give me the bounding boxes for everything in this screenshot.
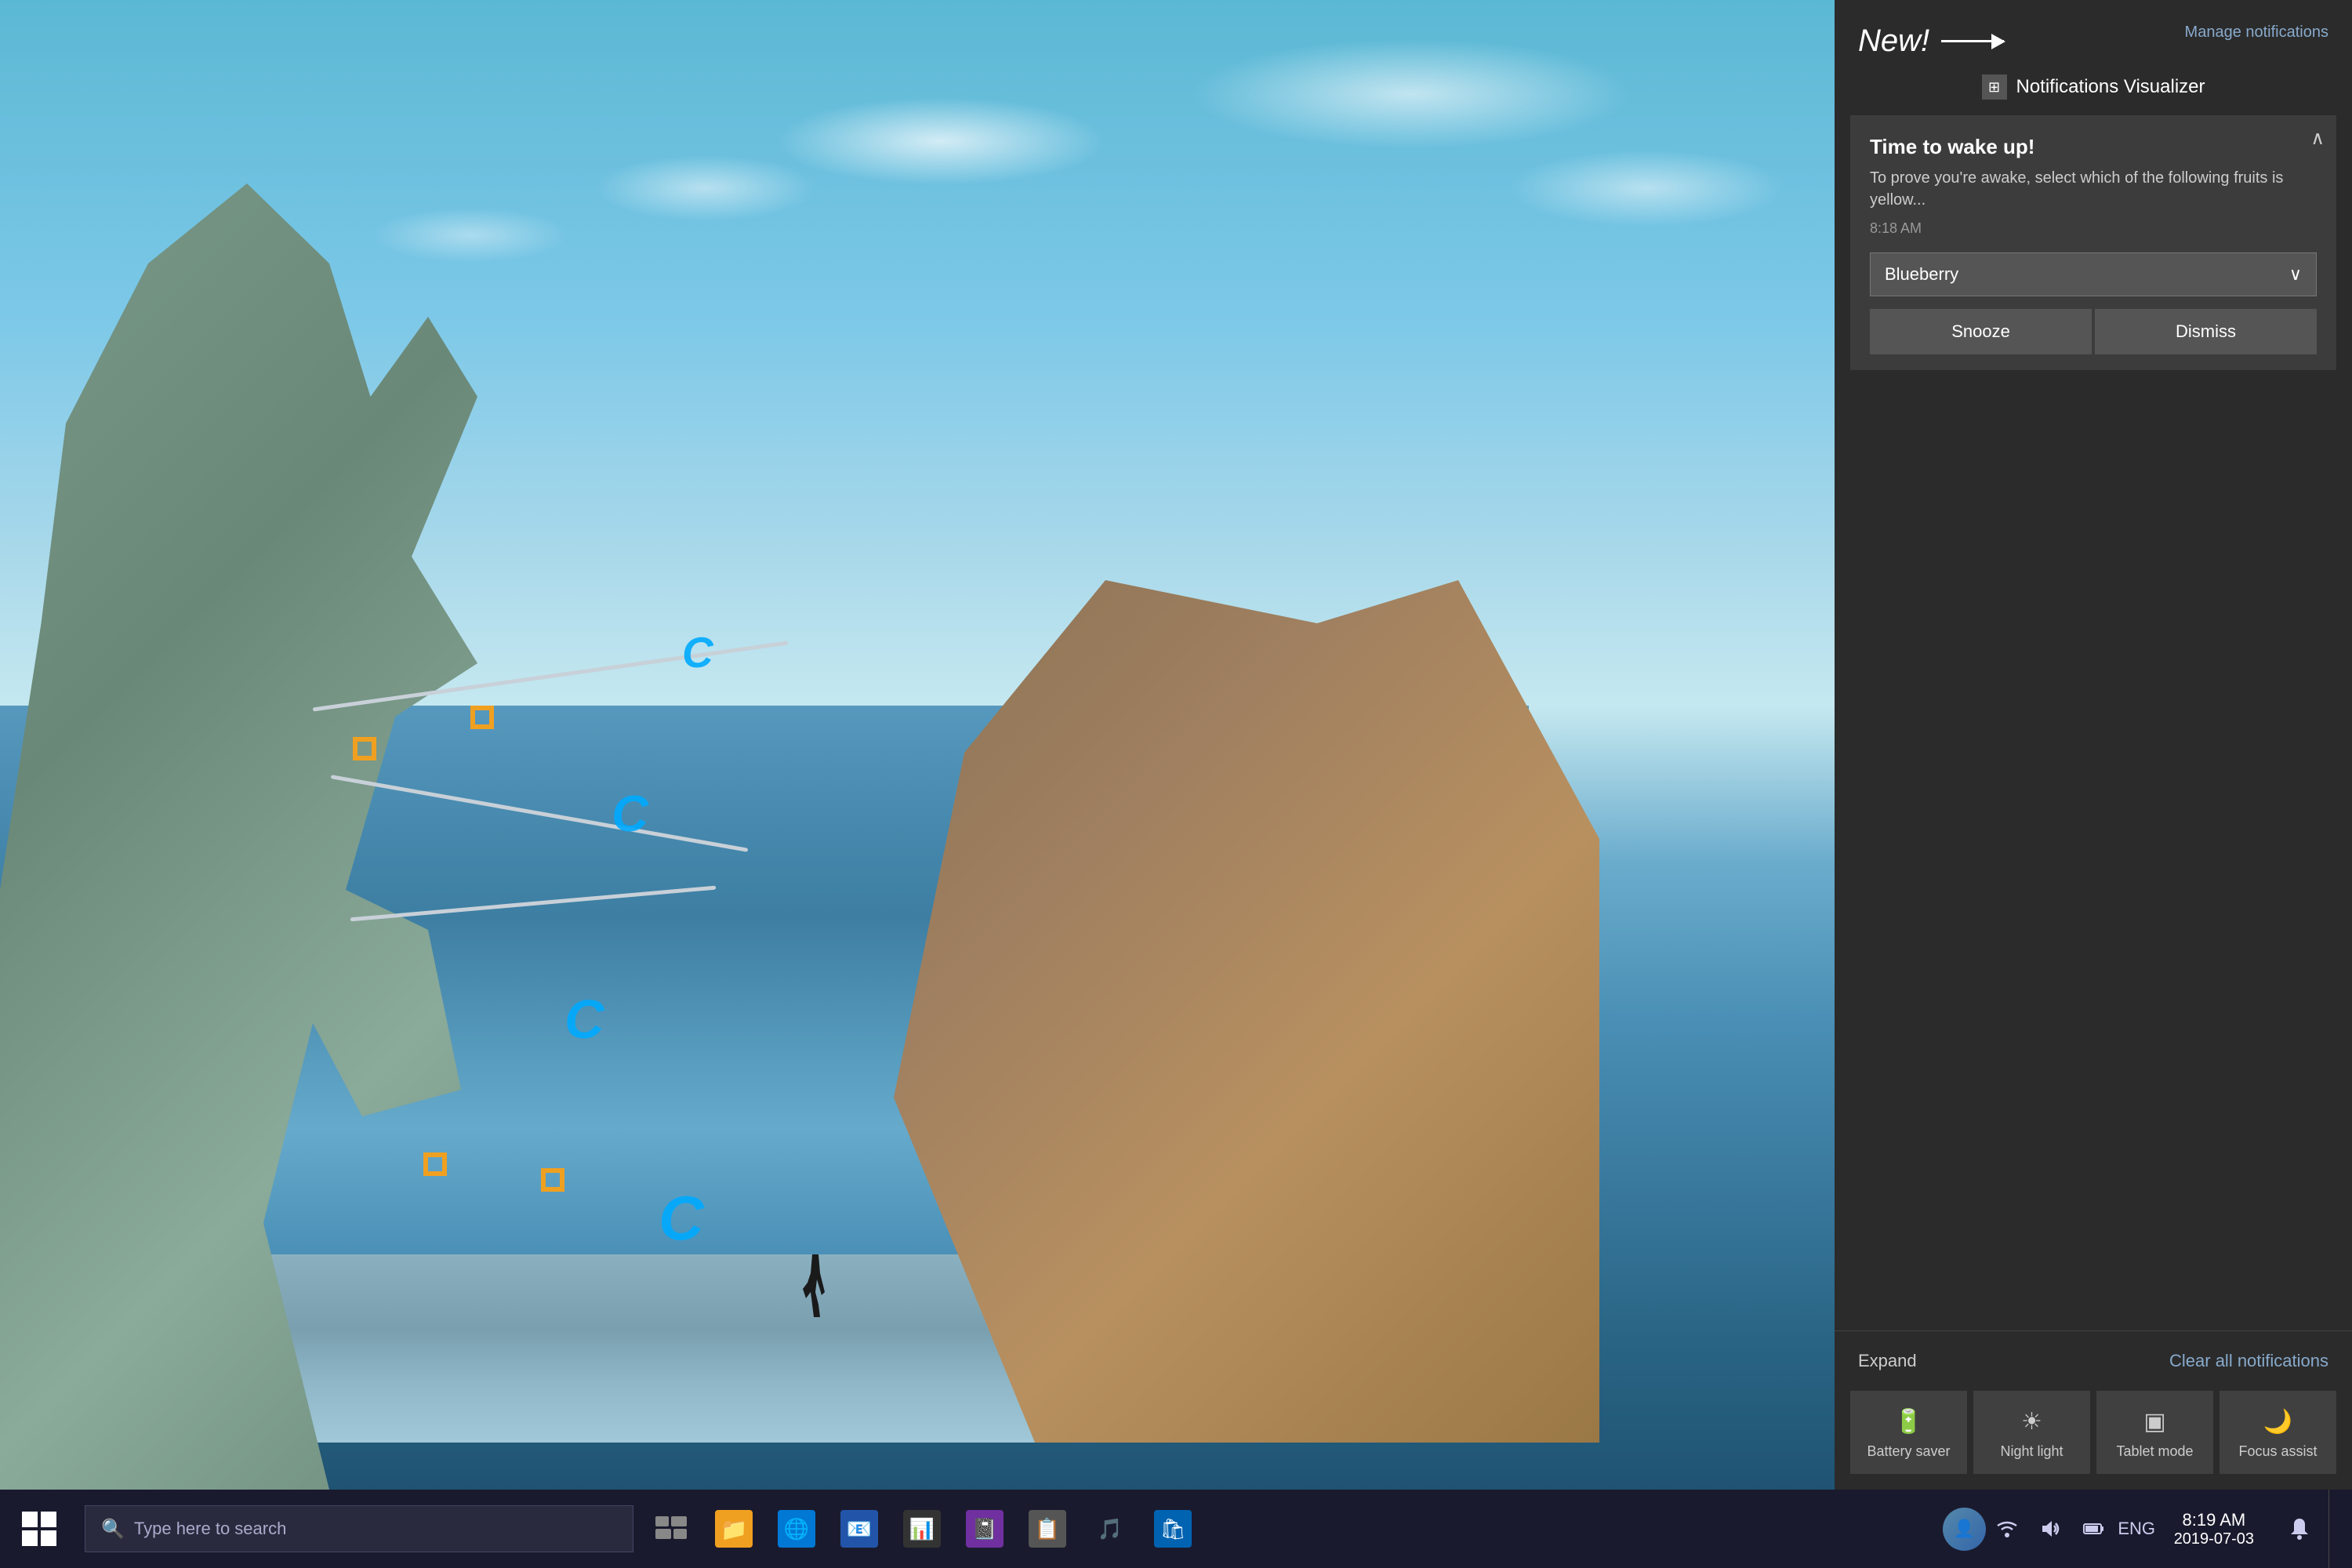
collapse-button[interactable]: ∧: [2310, 127, 2325, 150]
notif-card-title: Time to wake up!: [1870, 135, 2317, 159]
orange-square-2: [470, 706, 494, 729]
network-icon: [1996, 1518, 2018, 1540]
clock-area[interactable]: 8:19 AM 2019-07-03: [2158, 1490, 2270, 1568]
search-bar[interactable]: 🔍 Type here to search: [85, 1505, 633, 1552]
edge-icon: 🌐: [778, 1510, 815, 1548]
new-banner: New!: [1858, 24, 2004, 59]
clear-all-button[interactable]: Clear all notifications: [2169, 1351, 2328, 1371]
music-icon: 🎵: [1091, 1510, 1129, 1548]
notif-card-body: To prove you're awake, select which of t…: [1870, 167, 2317, 211]
taskbar: 🔍 Type here to search 📁 🌐 📧 📊 📓 📋 🎵 🛍: [0, 1490, 2352, 1568]
notification-bell-button[interactable]: [2270, 1490, 2328, 1568]
clock-date: 2019-07-03: [2174, 1530, 2254, 1548]
night-light-label: Night light: [2000, 1443, 2063, 1460]
start-button[interactable]: [0, 1490, 78, 1568]
sound-icon: [2039, 1518, 2061, 1540]
taskbar-app-file-explorer[interactable]: 📁: [702, 1490, 765, 1568]
sound-icon-tray[interactable]: [2029, 1490, 2072, 1568]
language-indicator[interactable]: ENG: [2115, 1490, 2158, 1568]
tablet-mode-label: Tablet mode: [2116, 1443, 2193, 1460]
taskbar-app-onenote[interactable]: 📓: [953, 1490, 1016, 1568]
quick-actions: 🔋 Battery saver ☀ Night light ▣ Tablet m…: [1835, 1391, 2352, 1490]
notif-actions: Snooze Dismiss: [1870, 309, 2317, 354]
windows-logo-icon: [22, 1512, 56, 1546]
notif-app-name: Notifications Visualizer: [2016, 76, 2205, 98]
snooze-button[interactable]: Snooze: [1870, 309, 2092, 354]
store-icon: 🛍: [1154, 1510, 1192, 1548]
search-icon: 🔍: [101, 1518, 125, 1541]
arrow-decoration: [1941, 40, 2004, 42]
system-tray: 👤 ENG: [1943, 1490, 2352, 1568]
quick-action-tablet-mode[interactable]: ▣ Tablet mode: [2096, 1391, 2213, 1474]
orange-square-4: [541, 1168, 564, 1192]
taskbar-app-store[interactable]: 🛍: [1142, 1490, 1204, 1568]
panel-expand-area: Expand Clear all notifications: [1835, 1330, 2352, 1391]
mail-icon: 📧: [840, 1510, 878, 1548]
c-shape-1: C: [682, 627, 713, 677]
file-explorer-icon: 📁: [715, 1510, 753, 1548]
battery-saver-icon: 🔋: [1894, 1408, 1923, 1436]
quick-action-night-light[interactable]: ☀ Night light: [1973, 1391, 2090, 1474]
notification-card: ∧ Time to wake up! To prove you're awake…: [1850, 115, 2336, 370]
quick-action-battery-saver[interactable]: 🔋 Battery saver: [1850, 1391, 1967, 1474]
battery-icon: [2082, 1518, 2104, 1540]
focus-assist-icon: 🌙: [2263, 1408, 2292, 1436]
c-shape-3: C: [564, 988, 604, 1051]
focus-assist-label: Focus assist: [2238, 1443, 2317, 1460]
user-avatar[interactable]: 👤: [1943, 1490, 1986, 1568]
panel-spacer: [1835, 370, 2352, 1330]
orange-square-1: [353, 737, 376, 760]
taskbar-app-mail[interactable]: 📧: [828, 1490, 891, 1568]
quick-action-focus-assist[interactable]: 🌙 Focus assist: [2220, 1391, 2336, 1474]
notif-visualizer-header: ⊞ Notifications Visualizer: [1982, 74, 2205, 100]
clock-time: 8:19 AM: [2182, 1510, 2245, 1530]
avatar-image: 👤: [1943, 1508, 1986, 1551]
taskbar-app-clipboard[interactable]: 📋: [1016, 1490, 1079, 1568]
task-view-button[interactable]: [640, 1490, 702, 1568]
orange-square-3: [423, 1152, 447, 1176]
onenote-icon: 📓: [966, 1510, 1004, 1548]
taskbar-app-music[interactable]: 🎵: [1079, 1490, 1142, 1568]
panel-header: Manage notifications New! ⊞ Notification…: [1835, 0, 2352, 115]
night-light-icon: ☀: [2021, 1408, 2042, 1436]
clipboard-icon: 📋: [1029, 1510, 1066, 1548]
battery-saver-label: Battery saver: [1867, 1443, 1950, 1460]
expand-button[interactable]: Expand: [1858, 1351, 1917, 1371]
show-desktop-button[interactable]: [2328, 1490, 2352, 1568]
tablet-mode-icon: ▣: [2143, 1408, 2165, 1436]
battery-icon-tray[interactable]: [2072, 1490, 2115, 1568]
network-icon-tray[interactable]: [1986, 1490, 2029, 1568]
search-input[interactable]: Type here to search: [134, 1519, 286, 1539]
c-shape-2: C: [612, 784, 648, 843]
calculator-icon: 📊: [903, 1510, 941, 1548]
new-label: New!: [1858, 24, 1929, 59]
manage-notifications-link[interactable]: Manage notifications: [2185, 24, 2328, 42]
action-lines: [282, 596, 847, 988]
notif-card-time: 8:18 AM: [1870, 220, 2317, 237]
notification-panel: Manage notifications New! ⊞ Notification…: [1835, 0, 2352, 1490]
taskbar-app-edge[interactable]: 🌐: [765, 1490, 828, 1568]
bell-icon: [2288, 1517, 2311, 1541]
c-shape-4: C: [659, 1182, 704, 1254]
rocks-right: [894, 580, 1599, 1443]
fruit-dropdown[interactable]: Blueberry ∨: [1870, 252, 2317, 296]
task-view-icon: [655, 1516, 687, 1541]
dropdown-chevron-icon: ∨: [2289, 264, 2302, 285]
dropdown-value: Blueberry: [1885, 264, 1958, 285]
notif-visualizer-icon: ⊞: [1982, 74, 2007, 100]
taskbar-app-calculator[interactable]: 📊: [891, 1490, 953, 1568]
dismiss-button[interactable]: Dismiss: [2095, 309, 2317, 354]
